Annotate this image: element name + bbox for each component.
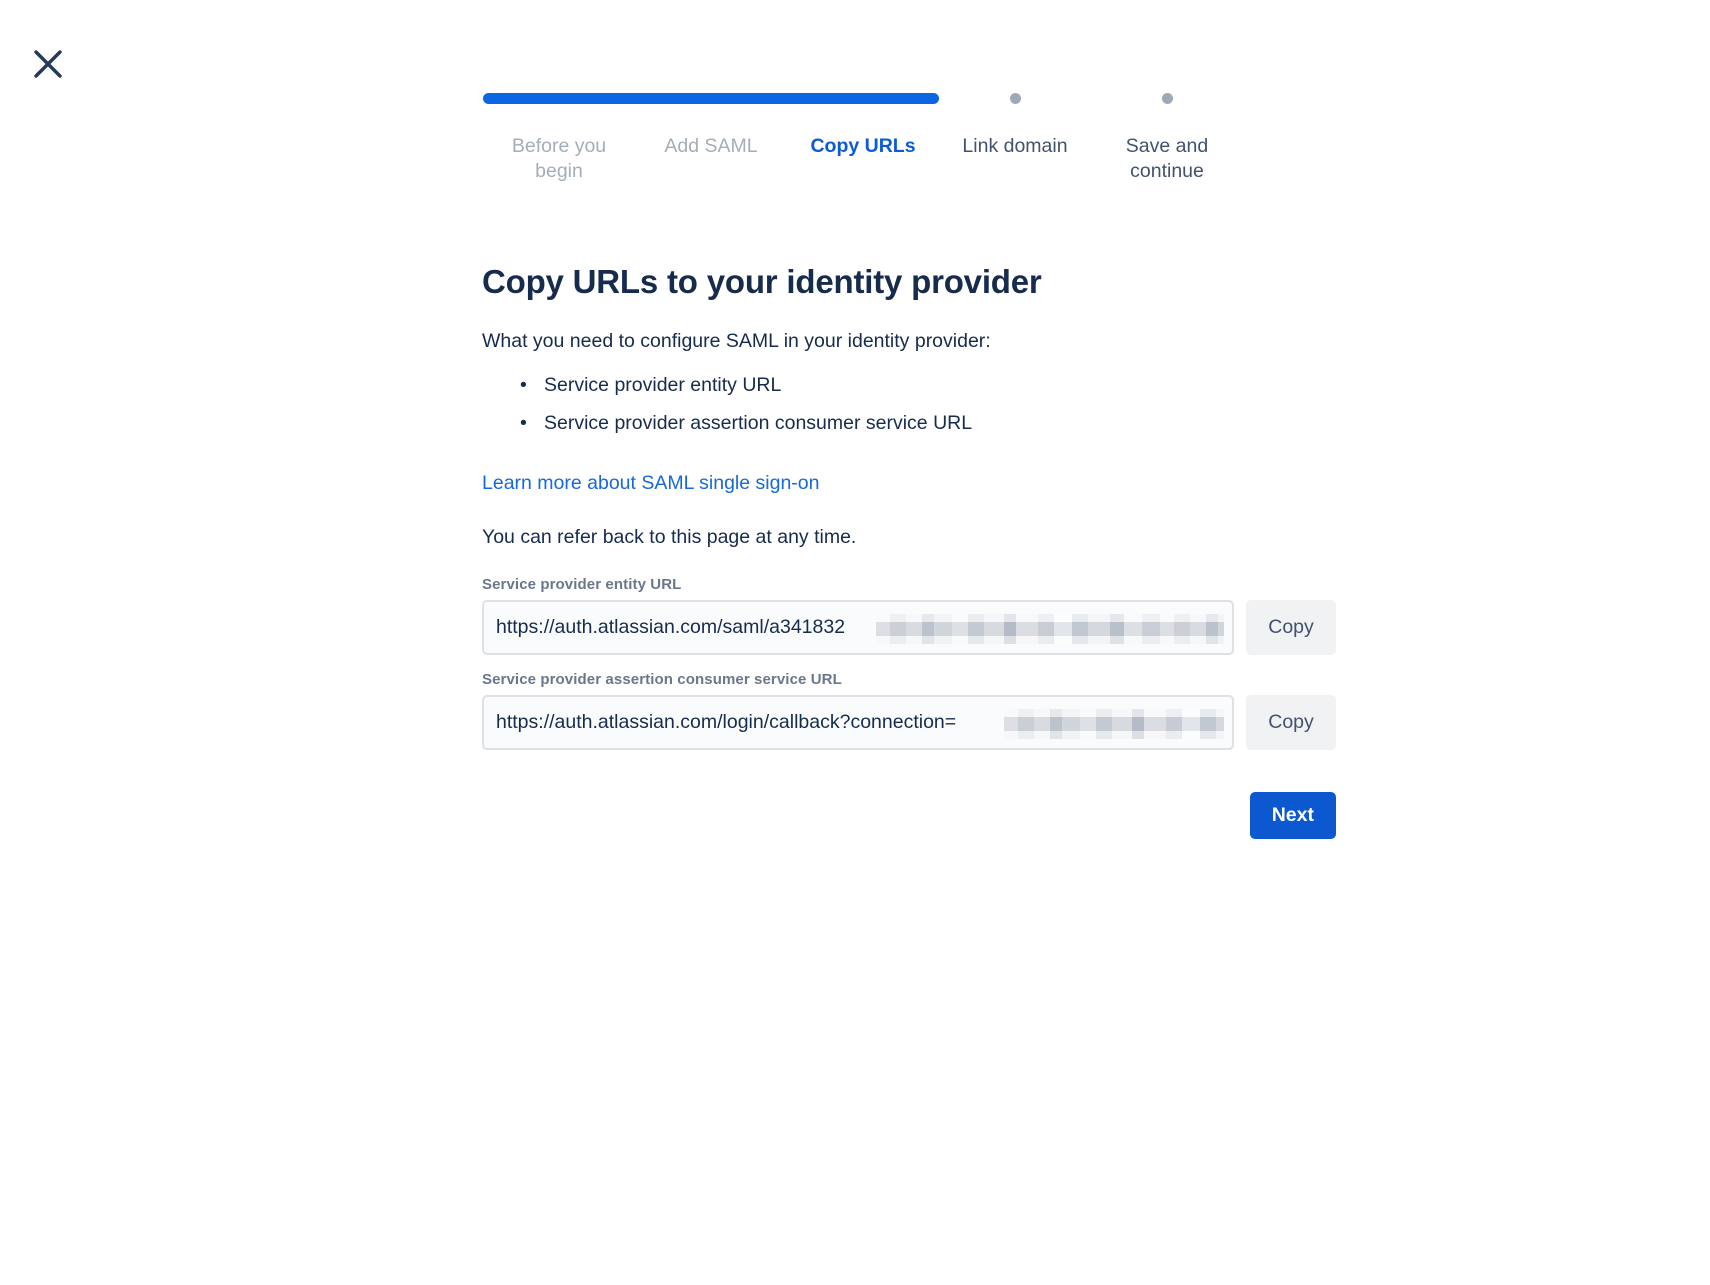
step-label-before-you-begin: Before you begin (511, 135, 607, 182)
wizard-stepper: Before you begin Add SAML Copy URLs Link… (483, 88, 1243, 184)
field-group-acs-url: Service provider assertion consumer serv… (482, 671, 1342, 750)
main-content: Copy URLs to your identity provider What… (482, 262, 1342, 839)
copy-acs-url-button[interactable]: Copy (1246, 695, 1336, 750)
requirements-list: Service provider entity URL Service prov… (482, 366, 1342, 442)
step-label-copy-urls: Copy URLs (810, 135, 916, 157)
acs-url-row: Copy (482, 695, 1342, 750)
step-progress-bar (787, 92, 939, 104)
entity-url-label: Service provider entity URL (482, 576, 682, 593)
step-marker-add-saml (635, 88, 787, 108)
refer-back-note: You can refer back to this page at any t… (482, 526, 857, 548)
intro-text: What you need to configure SAML in your … (482, 330, 991, 352)
form-actions: Next (482, 792, 1336, 839)
step-label-add-saml: Add SAML (664, 135, 758, 157)
list-item: Service provider entity URL (520, 366, 1342, 404)
page-title: Copy URLs to your identity provider (482, 263, 1042, 300)
step-before-you-begin[interactable]: Before you begin (483, 88, 635, 184)
step-progress-bar (483, 92, 635, 104)
step-copy-urls[interactable]: Copy URLs (787, 88, 939, 159)
field-group-entity-url: Service provider entity URL Copy (482, 576, 1342, 655)
close-icon (31, 47, 65, 81)
copy-entity-url-button[interactable]: Copy (1246, 600, 1336, 655)
entity-url-input[interactable] (484, 615, 1232, 640)
step-label-save-and-continue: Save and continue (1125, 135, 1209, 182)
step-add-saml[interactable]: Add SAML (635, 88, 787, 159)
acs-url-input-wrap[interactable] (482, 695, 1234, 750)
acs-url-label: Service provider assertion consumer serv… (482, 671, 842, 688)
step-label-link-domain: Link domain (962, 135, 1068, 157)
list-item: Service provider assertion consumer serv… (520, 404, 1342, 442)
step-marker-before-you-begin (483, 88, 635, 108)
step-marker-link-domain (939, 88, 1091, 108)
step-dot-icon (1009, 92, 1021, 104)
entity-url-input-wrap[interactable] (482, 600, 1234, 655)
step-marker-save-and-continue (1091, 88, 1243, 108)
step-save-and-continue[interactable]: Save and continue (1091, 88, 1243, 184)
next-button[interactable]: Next (1249, 792, 1336, 839)
acs-url-input[interactable] (484, 710, 1232, 735)
learn-more-link[interactable]: Learn more about SAML single sign-on (482, 470, 819, 496)
step-marker-copy-urls (787, 88, 939, 108)
close-dialog-button[interactable] (26, 42, 70, 86)
entity-url-row: Copy (482, 600, 1342, 655)
step-link-domain[interactable]: Link domain (939, 88, 1091, 159)
step-progress-bar (635, 92, 787, 104)
step-dot-icon (1161, 92, 1173, 104)
